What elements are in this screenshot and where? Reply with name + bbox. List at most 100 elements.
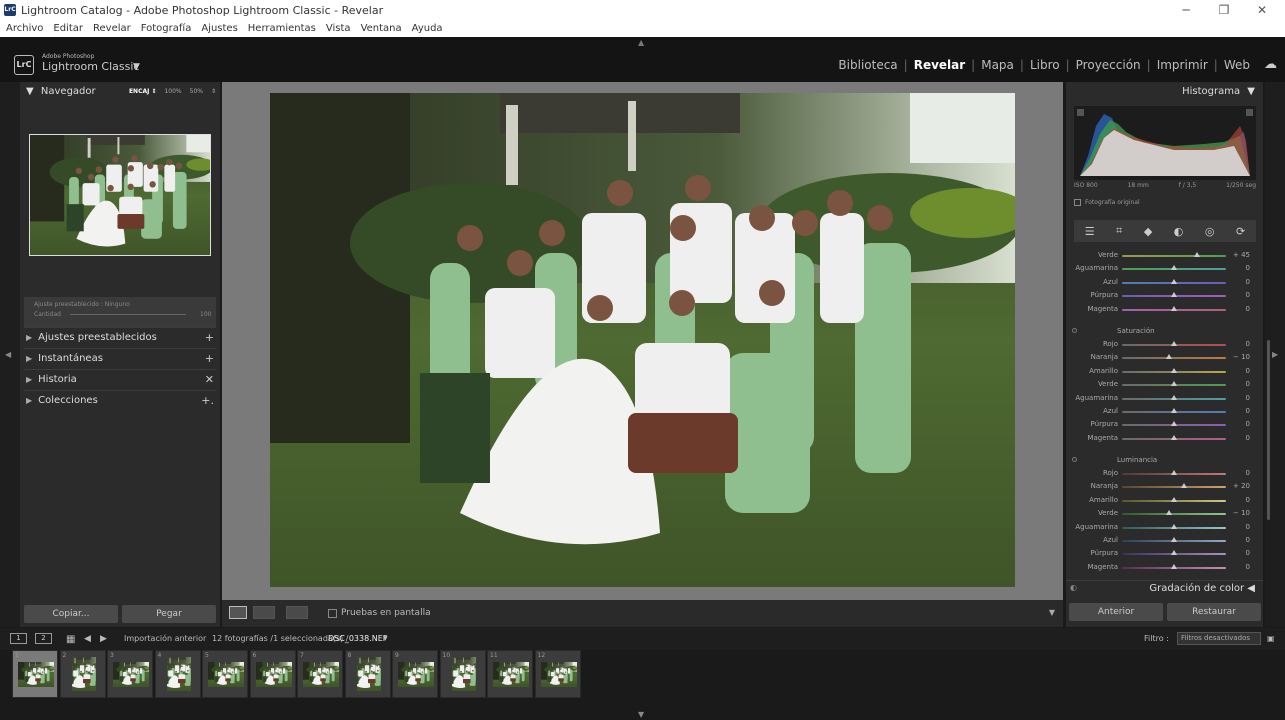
slider-track[interactable] — [1122, 255, 1226, 257]
section-instantaneas[interactable]: ▶ Instantáneas + — [24, 348, 216, 368]
slider-row[interactable]: Aguamarina 0 — [1066, 392, 1263, 405]
navigator-header[interactable]: ▼ Navegador — [26, 86, 96, 97]
slider-row[interactable]: Magenta 0 — [1066, 561, 1263, 574]
slider-value[interactable]: 0 — [1246, 434, 1250, 442]
module-revelar[interactable]: Revelar — [908, 58, 971, 72]
zoom-fit[interactable]: ENCAJ ⇕ — [129, 88, 157, 95]
module-biblioteca[interactable]: Biblioteca — [832, 58, 903, 72]
filmstrip-thumb[interactable]: 2 — [59, 650, 106, 698]
section-historia[interactable]: ▶ Historia ✕ — [24, 369, 216, 389]
slider-value[interactable]: 0 — [1246, 367, 1250, 375]
slider-row[interactable]: Amarillo 0 — [1066, 494, 1263, 507]
slider-value[interactable]: 0 — [1246, 278, 1250, 286]
crop-icon[interactable]: ⌗ — [1116, 224, 1122, 238]
right-panel-toggle-icon[interactable]: ▶ — [1272, 350, 1278, 359]
slider-handle[interactable] — [1171, 265, 1177, 271]
slider-row[interactable]: Naranja − 10 — [1066, 351, 1263, 364]
slider-handle[interactable] — [1171, 563, 1177, 569]
slider-handle[interactable] — [1171, 341, 1177, 346]
filter-dropdown[interactable]: Filtros desactivados — [1177, 632, 1261, 645]
slider-value[interactable]: 0 — [1246, 305, 1250, 313]
slider-handle[interactable] — [1171, 278, 1177, 284]
section-colecciones[interactable]: ▶ Colecciones +. — [24, 390, 216, 410]
slider-value[interactable]: 0 — [1246, 536, 1250, 544]
slider-handle[interactable] — [1171, 550, 1177, 556]
slider-row[interactable]: Azul 0 — [1066, 534, 1263, 547]
menu-archivo[interactable]: Archivo — [6, 23, 43, 34]
filter-lock-icon[interactable]: ▣ — [1267, 634, 1275, 643]
filmstrip-source[interactable]: Importación anterior — [124, 634, 206, 643]
menu-fotografia[interactable]: Fotografía — [141, 23, 192, 34]
preset-amount-slider[interactable] — [70, 314, 186, 315]
top-panel-toggle-icon[interactable]: ▲ — [638, 38, 644, 47]
navigator-preview[interactable] — [29, 134, 211, 256]
filmstrip-thumb[interactable]: 11 — [487, 650, 533, 698]
slider-row[interactable]: Amarillo 0 — [1066, 365, 1263, 378]
main-photo[interactable] — [270, 93, 1015, 587]
slider-row[interactable]: Púrpura 0 — [1066, 289, 1263, 302]
panel-switch-icon[interactable]: ◐ — [1070, 583, 1077, 592]
slider-row[interactable]: Magenta 0 — [1066, 303, 1263, 316]
original-photo-checkbox[interactable] — [1074, 199, 1081, 206]
histogram[interactable] — [1074, 106, 1256, 180]
add-collection-icon[interactable]: +. — [201, 394, 214, 407]
luminance-header[interactable]: Luminancia — [1072, 456, 1157, 464]
menu-ajustes[interactable]: Ajustes — [201, 23, 237, 34]
slider-value[interactable]: 0 — [1246, 549, 1250, 557]
loupe-view-icon[interactable] — [229, 606, 247, 619]
slider-handle[interactable] — [1165, 510, 1172, 516]
menu-ventana[interactable]: Ventana — [361, 23, 402, 34]
toolbar-options-chevron-icon[interactable]: ▼ — [1049, 608, 1055, 617]
slider-value[interactable]: 0 — [1246, 394, 1250, 402]
grid-view-icon[interactable]: ▦ — [66, 634, 75, 645]
edit-sliders-icon[interactable]: ☰ — [1085, 225, 1095, 238]
slider-handle[interactable] — [1165, 354, 1172, 360]
zoom-50[interactable]: 50% — [190, 88, 203, 95]
menu-ayuda[interactable]: Ayuda — [412, 23, 443, 34]
color-grading-header[interactable]: ◐ Gradación de color ◀ — [1066, 580, 1263, 596]
slider-handle[interactable] — [1171, 305, 1177, 311]
left-panel-edge[interactable]: ◀ — [0, 82, 20, 627]
clear-history-icon[interactable]: ✕ — [205, 373, 214, 386]
slider-value[interactable]: 0 — [1246, 380, 1250, 388]
brand-menu-chevron-icon[interactable]: ▼ — [133, 62, 140, 72]
slider-track[interactable] — [1122, 486, 1226, 489]
target-adjust-icon[interactable] — [1072, 457, 1077, 462]
filmstrip-thumb[interactable]: 9 — [392, 650, 438, 698]
slider-handle[interactable] — [1171, 496, 1177, 502]
slider-value[interactable]: 0 — [1246, 496, 1250, 504]
filmstrip-thumb[interactable]: 7 — [297, 650, 343, 698]
slider-value[interactable]: 0 — [1246, 340, 1250, 348]
filmstrip-thumb[interactable]: 10 — [439, 650, 486, 698]
reset-button[interactable]: Restaurar — [1167, 603, 1261, 621]
module-web[interactable]: Web — [1218, 58, 1256, 72]
copy-button[interactable]: Copiar... — [24, 605, 118, 623]
slider-value[interactable]: 0 — [1246, 420, 1250, 428]
slider-handle[interactable] — [1193, 252, 1200, 257]
slider-row[interactable]: Verde + 45 — [1066, 249, 1263, 262]
minimize-button[interactable]: ─ — [1168, 0, 1204, 20]
left-panel-toggle-icon[interactable]: ◀ — [5, 350, 11, 359]
slider-handle[interactable] — [1171, 394, 1177, 400]
add-preset-icon[interactable]: + — [205, 331, 214, 344]
slider-value[interactable]: 0 — [1246, 407, 1250, 415]
filmstrip-thumb[interactable]: 5 — [202, 650, 248, 698]
menu-editar[interactable]: Editar — [53, 23, 83, 34]
filmstrip-thumb[interactable]: 4 — [154, 650, 201, 698]
slider-handle[interactable] — [1171, 537, 1177, 542]
slider-row[interactable]: Naranja + 20 — [1066, 480, 1263, 493]
module-mapa[interactable]: Mapa — [975, 58, 1020, 72]
filmstrip-thumb[interactable]: 12 — [534, 650, 581, 698]
slider-value[interactable]: − 10 — [1233, 353, 1250, 361]
filmstrip-thumb[interactable]: 6 — [249, 650, 296, 698]
slider-value[interactable]: + 45 — [1233, 251, 1250, 259]
saturation-header[interactable]: Saturación — [1072, 327, 1155, 335]
cloud-sync-icon[interactable]: ☁ — [1264, 57, 1277, 72]
paste-button[interactable]: Pegar — [122, 605, 216, 623]
before-after-icon[interactable] — [253, 606, 275, 619]
masking-icon[interactable]: ◎ — [1205, 225, 1215, 238]
slider-row[interactable]: Aguamarina 0 — [1066, 521, 1263, 534]
menu-revelar[interactable]: Revelar — [93, 23, 131, 34]
reset-tool-icon[interactable]: ⟳ — [1236, 225, 1245, 238]
slider-value[interactable]: − 10 — [1233, 509, 1250, 517]
